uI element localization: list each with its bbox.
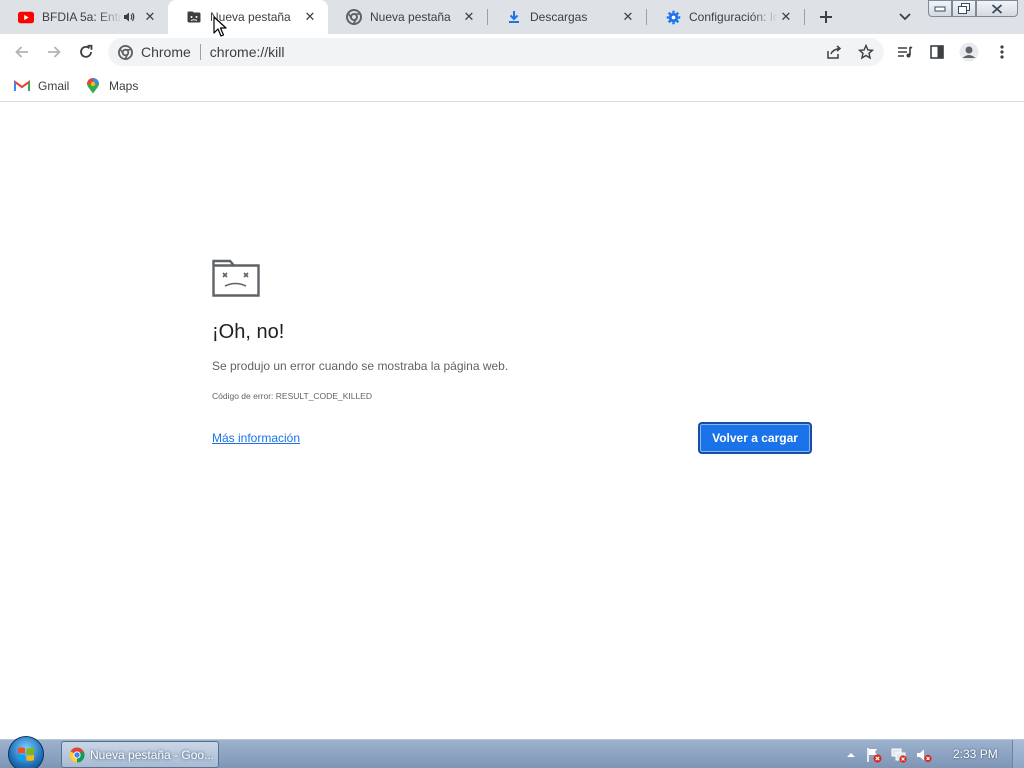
restore-icon: [958, 3, 970, 14]
more-vert-icon: [1000, 45, 1004, 59]
minimize-icon: [934, 6, 946, 11]
omnibox-scheme-label: Chrome: [141, 44, 191, 60]
taskbar-chrome-window[interactable]: Nueva pestaña - Goo...: [61, 741, 219, 768]
close-tab-icon[interactable]: ✕: [620, 9, 636, 25]
bookmark-gmail[interactable]: Gmail: [14, 75, 69, 97]
bookmark-label: Maps: [109, 79, 139, 93]
tab-bfdia[interactable]: BFDIA 5a: Entr ✕: [0, 0, 168, 34]
tab-separator: [804, 9, 805, 25]
back-button[interactable]: [8, 38, 36, 66]
plus-icon: [820, 11, 832, 23]
error-code: Código de error: RESULT_CODE_KILLED: [212, 391, 372, 401]
avatar: [959, 42, 979, 62]
gmail-icon: [14, 78, 30, 94]
side-panel-icon: [930, 45, 944, 59]
reload-icon: [80, 44, 93, 58]
tab-title: Configuración: Idi: [689, 10, 778, 24]
speaker-icon[interactable]: [122, 10, 136, 24]
windows-logo-icon: [18, 747, 34, 761]
close-tab-icon[interactable]: ✕: [461, 9, 477, 25]
share-icon: [827, 45, 842, 59]
tab-nueva-pestana[interactable]: Nueva pestaña ✕: [328, 0, 487, 34]
bookmark-star-button[interactable]: [852, 38, 880, 66]
taskbar: Nueva pestaña - Goo... 2:33 PM: [0, 736, 1024, 768]
chevron-down-icon: [899, 13, 911, 21]
arrow-right-icon: [48, 46, 61, 58]
page-content: ¡Oh, no! Se produjo un error cuando se m…: [0, 103, 1024, 739]
close-icon: [991, 3, 1003, 14]
new-tab-button[interactable]: [814, 5, 838, 29]
close-tab-icon[interactable]: ✕: [142, 9, 158, 25]
tab-title: Nueva pestaña: [370, 10, 451, 24]
bookmark-maps[interactable]: Maps: [85, 75, 138, 97]
omnibox-url[interactable]: chrome://kill: [210, 44, 285, 60]
side-panel-button[interactable]: [923, 38, 951, 66]
tab-strip: BFDIA 5a: Entr ✕ Nueva pestaña ✕ Nueva p…: [0, 0, 1024, 34]
close-tab-icon[interactable]: ✕: [778, 9, 794, 25]
bookmarks-bar: Gmail Maps: [0, 70, 1024, 102]
menu-button[interactable]: [988, 38, 1016, 66]
tab-search-button[interactable]: [893, 5, 917, 29]
mouse-cursor-icon: [213, 16, 227, 37]
download-icon: [506, 9, 522, 25]
star-icon: [858, 44, 874, 60]
network-icon[interactable]: [891, 747, 907, 763]
toolbar: Chrome chrome://kill: [0, 34, 1024, 70]
arrow-left-icon: [15, 46, 28, 58]
share-button[interactable]: [820, 38, 848, 66]
bookmark-label: Gmail: [38, 79, 70, 93]
tab-title: BFDIA 5a: Entr: [42, 10, 122, 24]
sad-tab-icon: [186, 9, 202, 25]
profile-button[interactable]: [955, 38, 983, 66]
error-title: ¡Oh, no!: [212, 321, 285, 343]
gear-icon: [665, 9, 681, 25]
reload-page-button[interactable]: Volver a cargar: [698, 422, 812, 454]
tab-nueva-pestana-active[interactable]: Nueva pestaña ✕: [168, 0, 328, 34]
more-info-link[interactable]: Más información: [212, 431, 300, 445]
taskbar-item-label: Nueva pestaña - Goo...: [90, 747, 215, 762]
media-queue-icon: [898, 46, 913, 58]
minimize-button[interactable]: [928, 0, 952, 17]
close-window-button[interactable]: [976, 0, 1018, 17]
omnibox[interactable]: Chrome chrome://kill: [108, 38, 884, 66]
error-message: Se produjo un error cuando se mostraba l…: [212, 359, 509, 373]
start-button[interactable]: [8, 736, 44, 768]
youtube-icon: [18, 9, 34, 25]
tab-descargas[interactable]: Descargas ✕: [488, 0, 646, 34]
tab-title: Descargas: [530, 10, 588, 24]
chrome-icon: [346, 9, 362, 25]
sad-tab-icon: [212, 259, 260, 297]
volume-icon[interactable]: [916, 747, 932, 763]
tab-configuracion[interactable]: Configuración: Idi ✕: [647, 0, 804, 34]
reload-button[interactable]: [72, 38, 100, 66]
show-hidden-icons-button[interactable]: [843, 747, 859, 763]
show-desktop-button[interactable]: [1012, 740, 1024, 768]
chrome-icon: [118, 44, 133, 60]
close-tab-icon[interactable]: ✕: [302, 9, 318, 25]
taskbar-clock[interactable]: 2:33 PM: [953, 747, 998, 761]
chrome-icon: [69, 747, 85, 762]
media-controls-button[interactable]: [891, 38, 919, 66]
chevron-up-icon: [847, 753, 855, 757]
restore-button[interactable]: [952, 0, 976, 17]
omnibox-separator: [199, 44, 201, 60]
maps-icon: [85, 78, 101, 94]
action-center-icon[interactable]: [866, 747, 882, 763]
forward-button[interactable]: [40, 38, 68, 66]
